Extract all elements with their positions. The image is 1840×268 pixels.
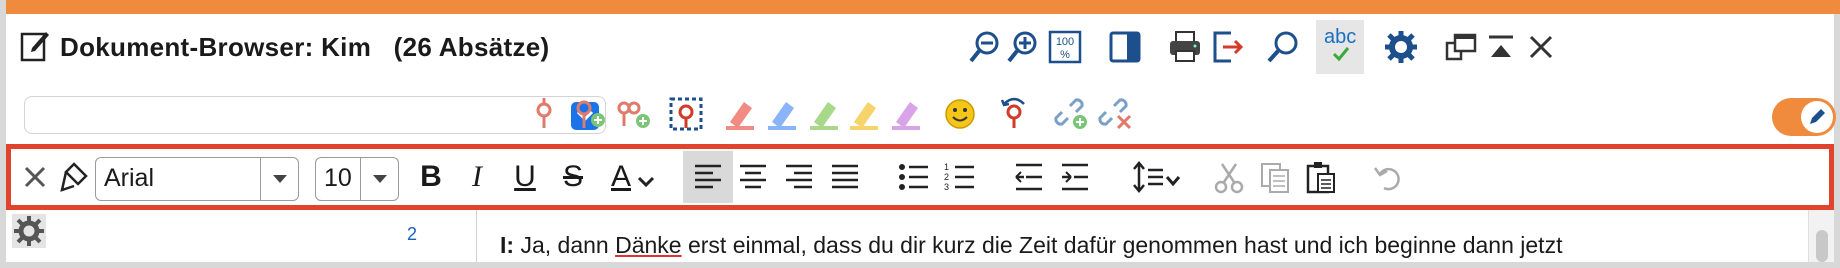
- pencil-icon: [1801, 101, 1833, 133]
- undo-icon[interactable]: [1367, 155, 1411, 199]
- highlighter-purple-icon[interactable]: [886, 94, 926, 134]
- misspelled-word[interactable]: Dänke: [615, 232, 681, 258]
- strikethrough-label: S: [562, 160, 583, 193]
- svg-text:100: 100: [1056, 36, 1074, 48]
- spellcheck-icon[interactable]: abc: [1316, 20, 1364, 74]
- window-title: Dokument-Browser: Kim (26 Absätze): [60, 32, 550, 62]
- code-pin-icon[interactable]: [524, 94, 564, 134]
- font-color-button[interactable]: A: [603, 155, 663, 199]
- svg-text:%: %: [1060, 49, 1070, 61]
- font-color-label: A: [610, 160, 631, 193]
- svg-text:3: 3: [944, 182, 949, 192]
- code-toolbar: [6, 80, 1836, 144]
- link-add-icon[interactable]: [1052, 94, 1092, 134]
- italic-button[interactable]: I: [455, 155, 499, 199]
- document-content: 2 I: Ja, dann Dänke erst einmal, dass du…: [6, 210, 1834, 262]
- document-edit-icon: [20, 28, 50, 62]
- scrollbar-thumb[interactable]: [1816, 230, 1828, 262]
- svg-text:2: 2: [944, 172, 949, 182]
- cut-icon[interactable]: [1207, 155, 1251, 199]
- close-icon[interactable]: [1518, 24, 1564, 70]
- font-name-select[interactable]: Arial: [95, 157, 299, 201]
- increase-indent-icon[interactable]: [1053, 155, 1097, 199]
- svg-text:1: 1: [944, 162, 949, 172]
- settings-gear-icon[interactable]: [12, 214, 46, 248]
- print-icon[interactable]: [1162, 24, 1208, 70]
- bullet-list-icon[interactable]: [891, 155, 935, 199]
- line-spacing-icon[interactable]: [1127, 155, 1185, 199]
- font-name-value: Arial: [104, 164, 155, 192]
- window-accent-bar: [6, 0, 1840, 14]
- paragraph-text[interactable]: I: Ja, dann Dänke erst einmal, dass du d…: [500, 232, 1562, 259]
- align-left-icon[interactable]: [683, 151, 733, 203]
- highlighter-red-icon[interactable]: [720, 94, 760, 134]
- zoom-in-icon[interactable]: [1000, 24, 1046, 70]
- search-icon[interactable]: [1260, 24, 1306, 70]
- align-right-icon[interactable]: [777, 155, 821, 199]
- edit-mode-toggle[interactable]: [1772, 98, 1836, 136]
- vertical-scrollbar[interactable]: [1808, 210, 1834, 262]
- format-toolbar: Arial 10 B I U S A 123: [6, 144, 1834, 210]
- strikethrough-button[interactable]: S: [551, 155, 595, 199]
- align-center-icon[interactable]: [731, 155, 775, 199]
- text-segment: erst einmal, dass du dir kurz die Zeit d…: [681, 232, 1563, 258]
- format-painter-icon[interactable]: [55, 155, 99, 199]
- decrease-indent-icon[interactable]: [1007, 155, 1051, 199]
- code-select[interactable]: [24, 96, 606, 134]
- title-bar: Dokument-Browser: Kim (26 Absätze) 100% …: [6, 14, 1834, 80]
- paragraph-divider: [476, 210, 477, 262]
- paragraph-number: 2: [406, 224, 417, 244]
- font-color-chevron-icon: [637, 176, 655, 188]
- undo-code-icon[interactable]: [994, 94, 1034, 134]
- align-justify-icon[interactable]: [823, 155, 867, 199]
- font-size-select[interactable]: 10: [315, 157, 399, 201]
- zoom-100-icon[interactable]: 100%: [1042, 24, 1088, 70]
- underline-label: U: [514, 160, 536, 193]
- sidebar-panel-icon[interactable]: [1102, 24, 1148, 70]
- emoticode-smiley-icon[interactable]: [940, 94, 980, 134]
- font-size-chevron-icon[interactable]: [360, 158, 398, 200]
- link-remove-icon[interactable]: [1096, 94, 1136, 134]
- add-code-icon[interactable]: [570, 94, 610, 134]
- settings-icon[interactable]: [1378, 24, 1424, 70]
- code-selection-icon[interactable]: [666, 94, 706, 134]
- copy-icon[interactable]: [1253, 155, 1297, 199]
- close-format-toolbar-icon[interactable]: [13, 155, 57, 199]
- bold-label: B: [420, 160, 442, 193]
- italic-label: I: [472, 160, 482, 193]
- font-name-chevron-icon[interactable]: [260, 158, 298, 200]
- export-icon[interactable]: [1204, 24, 1250, 70]
- line-spacing-chevron-icon: [1165, 176, 1181, 187]
- numbered-list-icon[interactable]: 123: [937, 155, 981, 199]
- font-size-value: 10: [324, 164, 352, 192]
- highlighter-blue-icon[interactable]: [762, 94, 802, 134]
- underline-button[interactable]: U: [503, 155, 547, 199]
- add-multiple-codes-icon[interactable]: [614, 94, 654, 134]
- paste-icon[interactable]: [1299, 155, 1343, 199]
- bold-button[interactable]: B: [409, 155, 453, 199]
- speaker-label: I:: [500, 232, 515, 258]
- highlighter-green-icon[interactable]: [804, 94, 844, 134]
- text-segment: Ja, dann: [514, 232, 616, 258]
- highlighter-yellow-icon[interactable]: [844, 94, 884, 134]
